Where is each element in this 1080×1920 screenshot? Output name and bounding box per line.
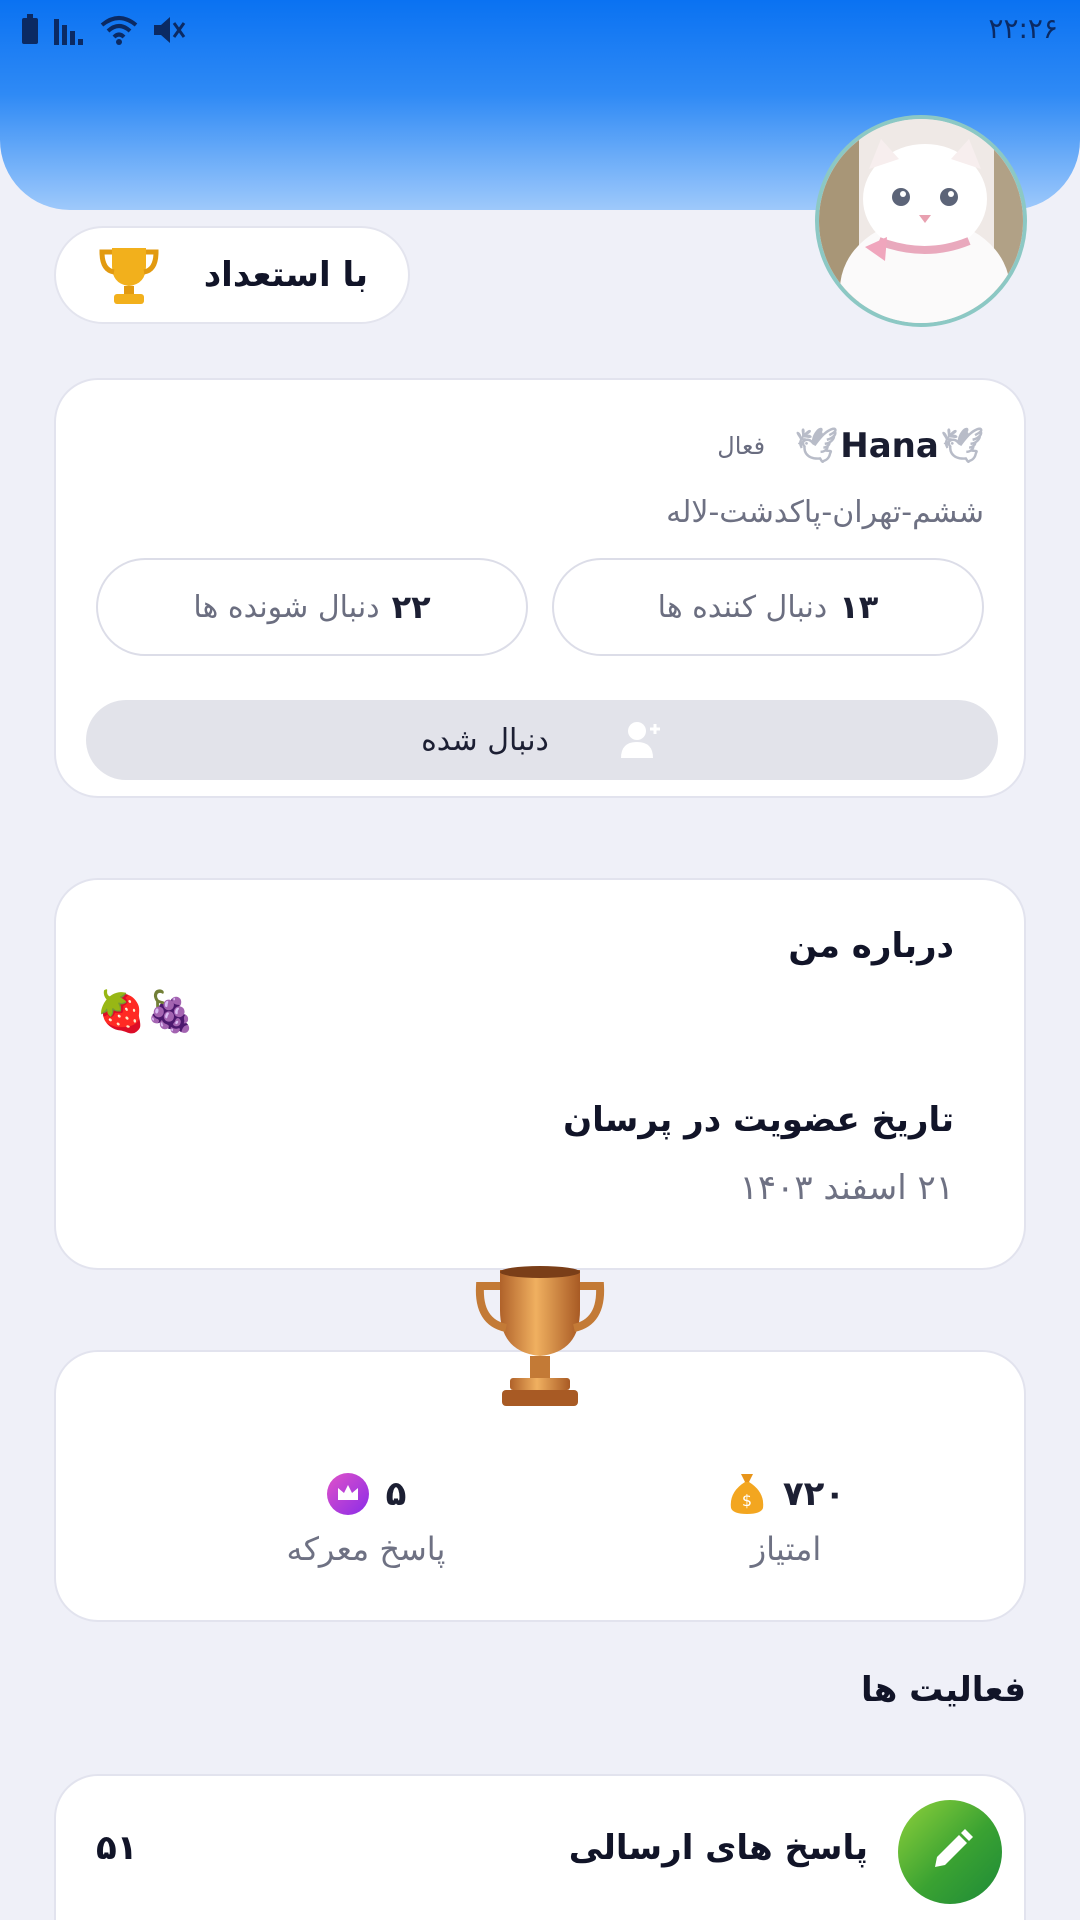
status-bar: ۲۲:۲۶ bbox=[0, 0, 1080, 64]
join-date: ۲۱ اسفند ۱۴۰۳ bbox=[739, 1168, 954, 1208]
points-label: امتیاز bbox=[750, 1530, 822, 1568]
money-bag-icon: $ bbox=[730, 1474, 764, 1514]
about-bio: 🍓🍇 bbox=[96, 989, 196, 1035]
activity-count: ۵۱ bbox=[96, 1828, 138, 1868]
join-title: تاریخ عضویت در پرسان bbox=[563, 1100, 954, 1140]
battery-icon bbox=[22, 14, 38, 44]
dove-icon: 🕊 bbox=[795, 426, 839, 466]
status-icons bbox=[20, 14, 186, 46]
following-label: دنبال شونده ها bbox=[193, 589, 380, 625]
activity-item[interactable]: پاسخ های ارسالی ۵۱ bbox=[54, 1774, 1026, 1920]
profile-avatar[interactable] bbox=[815, 115, 1027, 327]
cat-photo bbox=[819, 119, 1023, 323]
following-count: ۲۲ bbox=[391, 588, 431, 626]
following-button[interactable]: ۲۲ دنبال شونده ها bbox=[96, 558, 528, 656]
trophy-icon bbox=[475, 1266, 605, 1406]
talent-badge[interactable]: با استعداد bbox=[54, 226, 410, 324]
status-time: ۲۲:۲۶ bbox=[988, 12, 1058, 45]
crown-icon bbox=[326, 1473, 369, 1515]
mute-icon bbox=[154, 17, 186, 43]
points-stat: $ ۷۲۰ امتیاز bbox=[636, 1472, 936, 1568]
svg-text:$: $ bbox=[742, 1491, 752, 1510]
activities-title: فعالیت ها bbox=[860, 1670, 1026, 1710]
followed-label: دنبال شده bbox=[421, 722, 549, 758]
battle-answers-stat: ۵ پاسخ معرکه bbox=[216, 1472, 516, 1568]
badge-label: با استعداد bbox=[203, 255, 368, 295]
battle-answers-value: ۵ bbox=[385, 1474, 407, 1514]
online-status: فعال bbox=[717, 432, 766, 460]
wifi-icon bbox=[100, 16, 138, 45]
activity-label: پاسخ های ارسالی bbox=[568, 1828, 868, 1868]
points-value: ۷۲۰ bbox=[782, 1474, 846, 1514]
followed-button[interactable]: دنبال شده bbox=[86, 700, 998, 780]
followers-button[interactable]: ۱۳ دنبال کننده ها bbox=[552, 558, 984, 656]
pencil-icon bbox=[898, 1800, 1002, 1904]
user-location: ششم-تهران-پاکدشت-لاله bbox=[666, 495, 984, 530]
name-row: فعال 🕊 Hana 🕊 bbox=[717, 426, 984, 466]
dove-icon: 🕊 bbox=[940, 426, 984, 466]
username: 🕊 Hana 🕊 bbox=[795, 426, 984, 466]
trophy-icon bbox=[99, 248, 159, 304]
profile-card: فعال 🕊 Hana 🕊 ششم-تهران-پاکدشت-لاله ۱۳ د… bbox=[54, 378, 1026, 798]
battle-answers-label: پاسخ معرکه bbox=[286, 1530, 446, 1568]
about-card: درباره من 🍓🍇 تاریخ عضویت در پرسان ۲۱ اسف… bbox=[54, 878, 1026, 1270]
signal-icon bbox=[54, 19, 83, 45]
username-text: Hana bbox=[840, 426, 939, 466]
followers-count: ۱۳ bbox=[839, 588, 879, 626]
user-plus-icon bbox=[620, 722, 660, 758]
about-title: درباره من bbox=[788, 926, 954, 966]
followers-label: دنبال کننده ها bbox=[657, 589, 828, 625]
